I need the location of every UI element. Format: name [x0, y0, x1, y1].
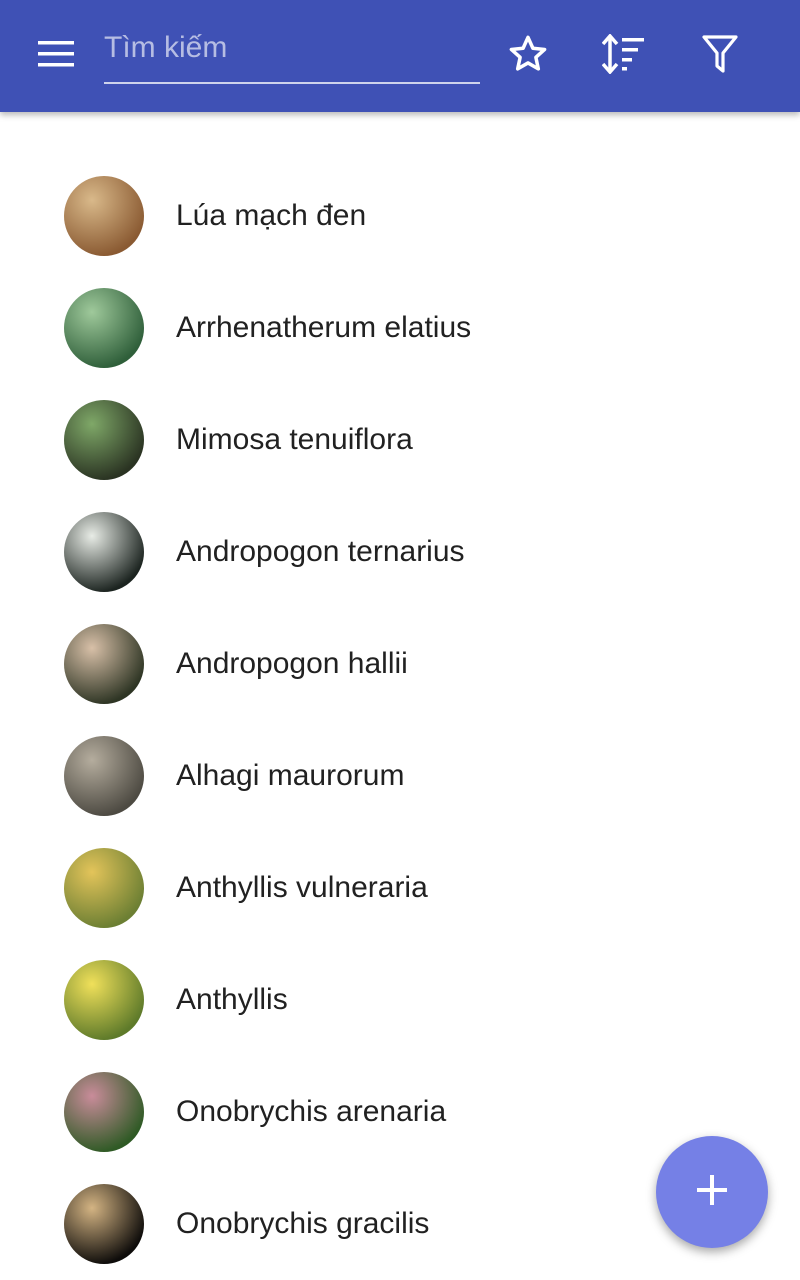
list-item-label: Alhagi maurorum — [176, 759, 405, 792]
plant-thumbnail — [64, 736, 144, 816]
sort-button[interactable] — [588, 20, 660, 92]
plant-thumbnail — [64, 848, 144, 928]
plus-icon — [696, 1174, 728, 1211]
list-item[interactable]: Andropogon ternarius — [0, 496, 800, 608]
list-item-label: Andropogon ternarius — [176, 535, 465, 568]
plant-thumbnail — [64, 624, 144, 704]
search-input[interactable] — [104, 22, 480, 74]
list-item[interactable]: Mimosa tenuiflora — [0, 384, 800, 496]
plant-thumbnail — [64, 288, 144, 368]
plant-thumbnail — [64, 1072, 144, 1152]
list-item-label: Arrhenatherum elatius — [176, 311, 472, 344]
list-item-label: Anthyllis vulneraria — [176, 871, 428, 904]
list-item-label: Mimosa tenuiflora — [176, 423, 413, 456]
hamburger-menu-icon — [38, 40, 74, 72]
list-item[interactable]: Alhagi maurorum — [0, 720, 800, 832]
filter-icon — [702, 34, 738, 78]
list-item-label: Lúa mạch đen — [176, 199, 367, 232]
add-fab-button[interactable] — [656, 1136, 768, 1248]
plant-thumbnail — [64, 1184, 144, 1264]
list-item[interactable]: Andropogon hallii — [0, 608, 800, 720]
plant-thumbnail — [64, 512, 144, 592]
list-item-label: Onobrychis arenaria — [176, 1095, 447, 1128]
star-outline-icon — [507, 33, 549, 80]
menu-button[interactable] — [20, 20, 92, 92]
sort-icon — [601, 32, 646, 79]
app-bar — [0, 0, 800, 112]
search-field — [104, 22, 480, 84]
plant-list: Lúa mạch đen Arrhenatherum elatius Mimosa … — [0, 160, 800, 1280]
list-item-label: Andropogon hallii — [176, 647, 408, 680]
plant-thumbnail — [64, 960, 144, 1040]
plant-thumbnail — [64, 400, 144, 480]
list-item[interactable]: Lúa mạch đen — [0, 160, 800, 272]
list-item[interactable]: Arrhenatherum elatius — [0, 272, 800, 384]
list-item[interactable]: Anthyllis — [0, 944, 800, 1056]
list-item[interactable]: Anthyllis vulneraria — [0, 832, 800, 944]
plant-thumbnail — [64, 176, 144, 256]
filter-button[interactable] — [684, 20, 756, 92]
list-item-label: Anthyllis — [176, 983, 288, 1016]
favorites-button[interactable] — [492, 20, 564, 92]
list-item-label: Onobrychis gracilis — [176, 1207, 430, 1240]
